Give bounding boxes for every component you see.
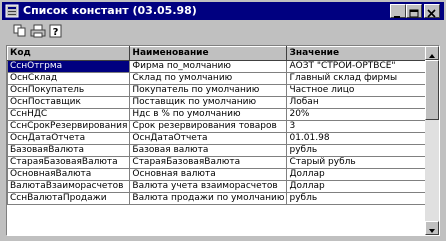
code-cell[interactable]: ОснДатаОтчета	[6, 132, 131, 145]
code-cell[interactable]: СтараяБазоваяВалюта	[6, 156, 131, 169]
table-row[interactable]: ОснПокупатель Покупатель по умолчанию Част…	[6, 84, 439, 97]
constants-window: Список констант (03.05.98) ? Код Наимено…	[0, 0, 446, 241]
arrow-down-icon	[429, 229, 435, 233]
close-button[interactable]	[424, 4, 440, 18]
code-cell[interactable]: ОснСклад	[6, 72, 131, 85]
value-cell[interactable]: Доллар	[286, 168, 439, 181]
name-cell[interactable]: Поставщик по умолчанию	[129, 96, 288, 109]
print-icon[interactable]	[30, 24, 46, 38]
table-row[interactable]: БазоваяВалюта Базовая валюта рубль	[6, 144, 439, 157]
value-cell[interactable]: АОЗТ "СТРОЙ-ОРТВСЕ"	[286, 60, 439, 73]
copy-icon[interactable]	[12, 24, 28, 38]
header-row: Код Наименование Значение	[6, 46, 439, 61]
value-cell[interactable]: Частное лицо	[286, 84, 439, 97]
value-cell[interactable]: 20%	[286, 108, 439, 121]
value-cell[interactable]: Доллар	[286, 180, 439, 193]
table-row[interactable]: СснВалютаПродажи Валюта продажи по умолча…	[6, 192, 439, 205]
value-cell[interactable]: 01.01.98	[286, 132, 439, 145]
maximize-icon	[409, 9, 419, 18]
value-cell[interactable]: рубль	[286, 144, 439, 157]
scroll-up-button[interactable]	[425, 46, 439, 60]
close-icon	[427, 9, 436, 18]
code-cell[interactable]: ВалютаВзаиморасчетов	[6, 180, 131, 193]
table-row[interactable]: СснНДС Ндс в % по умолчанию 20%	[6, 108, 439, 121]
table-row[interactable]: СтараяБазоваяВалюта СтараяБазоваяВалюта Ст…	[6, 156, 439, 169]
table-row[interactable]: ВалютаВзаиморасчетов Валюта учета взаимор…	[6, 180, 439, 193]
column-header-value[interactable]: Значение	[286, 46, 439, 61]
table-row[interactable]: СснСрокРезервирования Срок резервирования…	[6, 120, 439, 133]
table-row[interactable]: ОсновнаяВалюта Основная валюта Доллар	[6, 168, 439, 181]
code-cell[interactable]: СснСрокРезервирования	[6, 120, 131, 133]
name-cell[interactable]: Валюта продажи по умолчанию	[129, 192, 288, 205]
minimize-button[interactable]	[390, 4, 406, 18]
value-cell[interactable]: 3	[286, 120, 439, 133]
name-cell[interactable]: ОснДатаОтчета	[129, 132, 288, 145]
table-row[interactable]: СснОтгрма Фирма по_молчанию АОЗТ "СТРОЙ-ОР…	[6, 60, 439, 73]
name-cell[interactable]: Основная валюта	[129, 168, 288, 181]
toolbar: ?	[2, 21, 444, 41]
name-cell[interactable]: Фирма по_молчанию	[129, 60, 288, 73]
name-cell[interactable]: Базовая валюта	[129, 144, 288, 157]
name-cell[interactable]: Покупатель по умолчанию	[129, 84, 288, 97]
name-cell[interactable]: Ндс в % по умолчанию	[129, 108, 288, 121]
code-cell[interactable]: СснВалютаПродажи	[6, 192, 131, 205]
value-cell[interactable]: Лобан	[286, 96, 439, 109]
code-cell[interactable]: БазоваяВалюта	[6, 144, 131, 157]
code-cell[interactable]: СснНДС	[6, 108, 131, 121]
constants-table: Код Наименование Значение СснОтгрма Фирма…	[6, 46, 439, 205]
minimize-icon	[394, 16, 400, 18]
column-header-name[interactable]: Наименование	[129, 46, 288, 61]
scroll-down-button[interactable]	[425, 221, 439, 235]
name-cell[interactable]: СтараяБазоваяВалюта	[129, 156, 288, 169]
title-bar[interactable]: Список констант (03.05.98)	[2, 2, 444, 20]
maximize-button[interactable]	[406, 4, 422, 18]
constants-grid[interactable]: Код Наименование Значение СснОтгрма Фирма…	[6, 45, 440, 236]
value-cell[interactable]: Старый рубль	[286, 156, 439, 169]
value-cell[interactable]: рубль	[286, 192, 439, 205]
table-row[interactable]: ОснДатаОтчета ОснДатаОтчета 01.01.98	[6, 132, 439, 145]
app-icon	[5, 4, 19, 18]
vertical-scrollbar[interactable]	[425, 46, 439, 235]
value-cell[interactable]: Главный склад фирмы	[286, 72, 439, 85]
help-icon[interactable]: ?	[48, 24, 64, 38]
code-cell[interactable]: ОсновнаяВалюта	[6, 168, 131, 181]
column-header-code[interactable]: Код	[6, 46, 131, 61]
name-cell[interactable]: Валюта учета взаиморасчетов	[129, 180, 288, 193]
window-title: Список констант (03.05.98)	[23, 4, 197, 17]
name-cell[interactable]: Склад по умолчанию	[129, 72, 288, 85]
table-row[interactable]: ОснСклад Склад по умолчанию Главный склад …	[6, 72, 439, 85]
name-cell[interactable]: Срок резервирования товаров	[129, 120, 288, 133]
code-cell[interactable]: ОснПоставщик	[6, 96, 131, 109]
code-cell[interactable]: ОснПокупатель	[6, 84, 131, 97]
table-row[interactable]: ОснПоставщик Поставщик по умолчанию Лобан	[6, 96, 439, 109]
svg-text:?: ?	[53, 27, 59, 38]
code-cell[interactable]: СснОтгрма	[6, 60, 131, 73]
scroll-thumb[interactable]	[425, 60, 439, 120]
